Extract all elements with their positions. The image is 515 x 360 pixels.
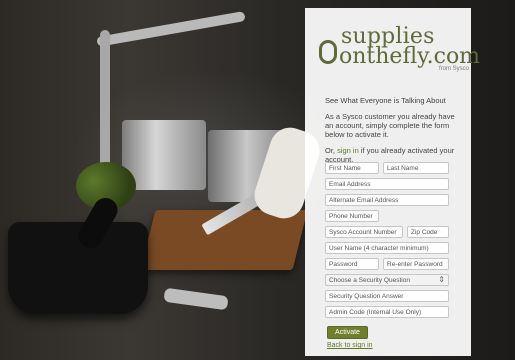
admin-code-field[interactable]: Admin Code (Internal Use Only) bbox=[325, 306, 449, 318]
intro-paragraph-1: As a Sysco customer you already have an … bbox=[325, 112, 455, 139]
intro-text: See What Everyone is Talking About As a … bbox=[325, 96, 465, 171]
back-to-sign-in-link[interactable]: Back to sign in bbox=[327, 342, 373, 349]
username-field[interactable]: User Name (4 character minimum) bbox=[325, 242, 449, 254]
intro-heading: See What Everyone is Talking About bbox=[325, 96, 446, 105]
sign-in-link[interactable]: sign in bbox=[337, 146, 359, 155]
security-question-value: Choose a Security Question bbox=[329, 277, 410, 284]
brand-sub: from Sysco bbox=[439, 66, 470, 72]
email-field[interactable]: Email Address bbox=[325, 178, 449, 190]
brand-logo: supplies onthefly.com from Sysco bbox=[319, 14, 480, 74]
brand-mark-icon bbox=[319, 40, 337, 64]
last-name-field[interactable]: Last Name bbox=[383, 162, 449, 174]
activate-button[interactable]: Activate bbox=[327, 326, 368, 339]
intro-p2-prefix: Or, bbox=[325, 146, 338, 155]
phone-field[interactable]: Phone Number bbox=[325, 210, 379, 222]
faucet-arm bbox=[100, 30, 110, 170]
first-name-field[interactable]: First Name bbox=[325, 162, 379, 174]
signup-panel: supplies onthefly.com from Sysco See Wha… bbox=[305, 8, 480, 356]
reenter-password-field[interactable]: Re-enter Password bbox=[383, 258, 449, 270]
alternate-email-field[interactable]: Alternate Email Address bbox=[325, 194, 449, 206]
up-down-arrows-icon: ⇕ bbox=[438, 275, 445, 284]
page: supplies onthefly.com from Sysco See Wha… bbox=[0, 0, 515, 360]
sysco-account-field[interactable]: Sysco Account Number bbox=[325, 226, 403, 238]
zip-code-field[interactable]: Zip Code bbox=[407, 226, 449, 238]
password-field[interactable]: Password bbox=[325, 258, 379, 270]
faucet-spout bbox=[96, 11, 246, 47]
grater bbox=[163, 287, 229, 311]
security-question-select[interactable]: Choose a Security Question ⇕ bbox=[325, 274, 449, 286]
security-answer-field[interactable]: Security Question Answer bbox=[325, 290, 449, 302]
